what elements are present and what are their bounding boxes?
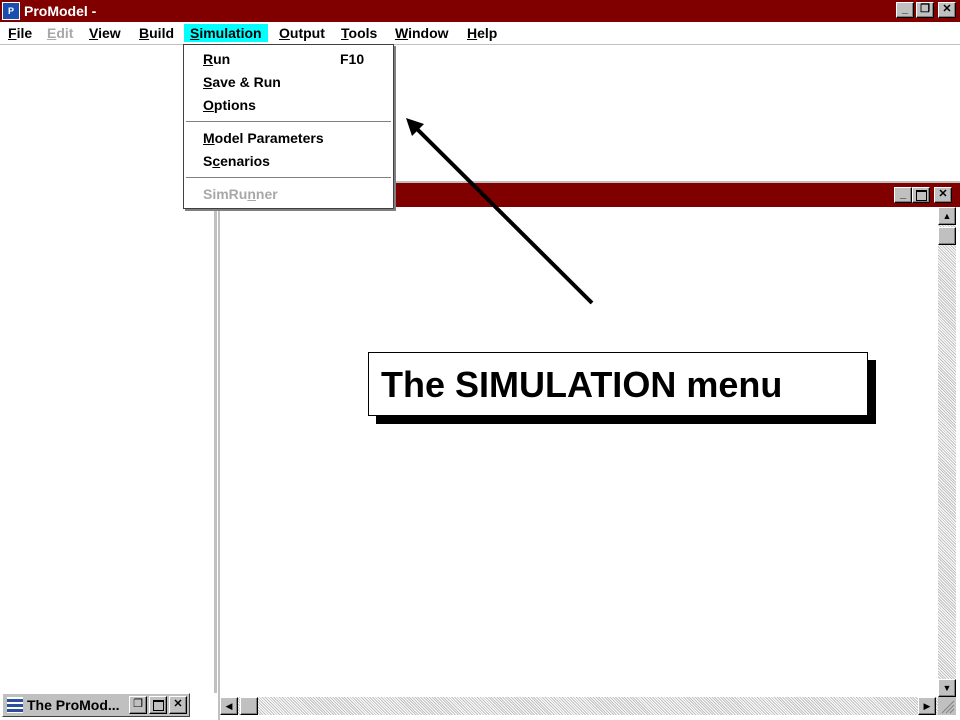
menu-separator [186, 177, 391, 179]
menu-view-mnemonic: V [89, 25, 99, 41]
callout-text: The SIMULATION menu [381, 364, 783, 405]
run-shortcut: F10 [340, 51, 365, 67]
menu-separator [186, 121, 391, 123]
child-client-area[interactable] [220, 207, 938, 697]
minimized-restore-button[interactable]: ❐ [129, 696, 147, 714]
scroll-up-arrow-icon[interactable]: ▲ [938, 207, 956, 225]
menu-simulation-rest: imulation [199, 25, 262, 41]
close-icon: ✕ [942, 3, 952, 15]
child-close-button[interactable]: ✕ [934, 187, 952, 203]
menu-simulation-mnemonic: S [190, 25, 200, 41]
minimize-icon: _ [901, 3, 909, 15]
scenarios-start: S [203, 153, 213, 169]
minimized-maximize-button[interactable] [149, 696, 167, 714]
minimize-button[interactable]: _ [896, 2, 914, 18]
menu-tools-rest: ools [348, 25, 378, 41]
run-rest: un [213, 51, 231, 67]
menu-options[interactable]: Options [203, 96, 256, 114]
size-grip-lines [941, 700, 955, 714]
arrow-head-icon [406, 118, 424, 136]
minimized-close-button[interactable]: ✕ [169, 696, 187, 714]
menu-simrunner[interactable]: SimRunner [203, 185, 278, 203]
menu-bar: File Edit View Build Simulation Output T… [0, 22, 960, 45]
run-mnemonic: R [203, 51, 214, 67]
close-button[interactable]: ✕ [938, 2, 956, 18]
minimized-window[interactable]: The ProMod... ❐ ✕ [2, 693, 190, 717]
menu-run[interactable]: Run [203, 50, 230, 68]
options-rest: ptions [213, 97, 256, 113]
maximize-icon [916, 190, 927, 201]
menu-file-mnemonic: F [8, 25, 17, 41]
menu-help-rest: elp [477, 25, 498, 41]
restore-icon: ❐ [920, 3, 930, 15]
menu-view-rest: iew [98, 25, 121, 41]
save-run-rest: ave & Run [212, 74, 281, 90]
restore-button[interactable]: ❐ [916, 2, 934, 18]
model-parameters-rest: odel Parameters [214, 130, 324, 146]
menu-tools[interactable]: Tools [335, 24, 383, 42]
close-icon: ✕ [173, 698, 183, 710]
scenarios-mnemonic: c [212, 153, 221, 169]
menu-output-mnemonic: O [279, 25, 290, 41]
menu-scenarios[interactable]: Scenarios [203, 152, 270, 170]
minimized-window-title: The ProMod... [27, 697, 120, 713]
menu-build-rest: uild [149, 25, 175, 41]
menu-edit[interactable]: Edit [41, 24, 79, 42]
menu-window[interactable]: Window [389, 24, 455, 42]
menu-file-rest: ile [16, 25, 33, 41]
menu-output-rest: utput [289, 25, 325, 41]
minimize-icon: _ [899, 188, 907, 200]
child-maximize-button[interactable] [912, 187, 930, 203]
model-parameters-mnemonic: M [203, 130, 215, 146]
menu-save-and-run[interactable]: Save & Run [203, 73, 281, 91]
close-icon: ✕ [938, 188, 948, 200]
menu-help[interactable]: Help [461, 24, 503, 42]
scroll-right-arrow-icon[interactable]: ▶ [918, 697, 936, 715]
menu-tools-mnemonic: T [341, 25, 349, 41]
simrunner-rest: ner [255, 186, 278, 202]
simulation-dropdown-menu: Run F10 Save & Run Options Model Paramet… [183, 44, 394, 209]
horizontal-scroll-thumb[interactable] [240, 697, 258, 715]
options-mnemonic: O [203, 97, 214, 113]
menu-model-parameters[interactable]: Model Parameters [203, 129, 324, 147]
child-minimize-button[interactable]: _ [894, 187, 912, 203]
vertical-scrollbar[interactable]: ▲ ▼ [938, 207, 956, 697]
menu-simulation[interactable]: Simulation [184, 24, 268, 42]
restore-icon: ❐ [133, 698, 143, 710]
main-title-bar[interactable]: P ProModel - _ ❐ ✕ [0, 0, 960, 22]
window-grid-icon [7, 697, 23, 713]
vertical-scroll-thumb[interactable] [938, 227, 956, 245]
promodel-app-icon[interactable]: P [2, 2, 20, 20]
callout-box: The SIMULATION menu [368, 352, 868, 416]
menu-edit-rest: dit [56, 25, 74, 41]
app-title: ProModel - [24, 3, 97, 19]
maximize-icon [153, 700, 164, 711]
save-run-mnemonic: S [203, 74, 213, 90]
child-document-window: _ ✕ ▲ ▼ ◀ ▶ [218, 181, 960, 720]
menu-window-mnemonic: W [395, 25, 409, 41]
simrunner-start: SimRu [203, 186, 248, 202]
menu-file[interactable]: File [2, 24, 38, 42]
menu-edit-mnemonic: E [47, 25, 57, 41]
scroll-left-arrow-icon[interactable]: ◀ [220, 697, 238, 715]
menu-help-mnemonic: H [467, 25, 478, 41]
scroll-down-arrow-icon[interactable]: ▼ [938, 679, 956, 697]
size-grip-icon[interactable] [938, 697, 956, 715]
simrunner-mnemonic: n [247, 186, 256, 202]
menu-output[interactable]: Output [273, 24, 331, 42]
menu-build-mnemonic: B [139, 25, 150, 41]
menu-build[interactable]: Build [133, 24, 180, 42]
horizontal-scrollbar[interactable]: ◀ ▶ [220, 697, 938, 715]
menu-window-rest: indow [408, 25, 449, 41]
menu-view[interactable]: View [83, 24, 127, 42]
scenarios-rest: enarios [220, 153, 270, 169]
